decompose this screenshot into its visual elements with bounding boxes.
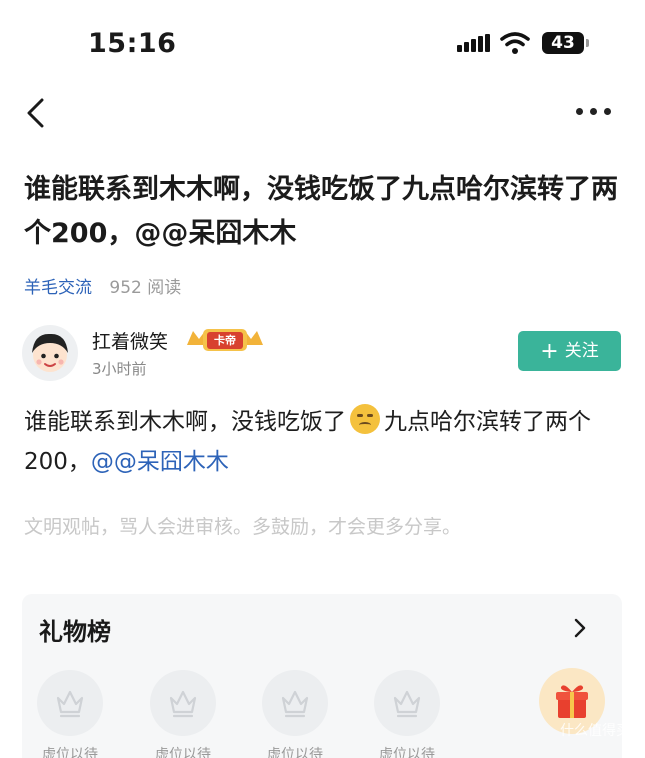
gift-slot-label: 虚位以待 <box>155 747 211 758</box>
gift-slot[interactable]: 虚位以待 <box>150 670 216 758</box>
gift-slot-label: 虚位以待 <box>42 747 98 758</box>
crown-icon <box>281 690 309 718</box>
gift-slot[interactable]: 虚位以待 <box>262 670 328 758</box>
mention-link[interactable]: @@呆囧木木 <box>91 449 229 475</box>
status-bar: 15:16 43 <box>0 0 645 80</box>
follow-label: 关注 <box>564 341 599 361</box>
crown-icon <box>169 690 197 718</box>
author-name[interactable]: 扛着微笑 <box>92 327 168 354</box>
crown-icon <box>393 690 421 718</box>
more-icon[interactable] <box>574 108 614 118</box>
civility-note: 文明观帖，骂人会进审核。多鼓励，才会更多分享。 <box>24 516 462 538</box>
author-row: 扛着微笑 卡帝 3小时前 + 关注 <box>22 325 622 385</box>
watermark: 什么值得买 <box>560 723 630 739</box>
gift-board-title: 礼物榜 <box>39 618 111 646</box>
status-time: 15:16 <box>88 28 177 59</box>
crown-icon <box>56 690 84 718</box>
post-body: 谁能联系到木木啊，没钱吃饭了 九点哈尔滨转了两个200，@@呆囧木木 <box>24 402 624 482</box>
gift-slot[interactable]: 虚位以待 <box>37 670 103 758</box>
signal-icon <box>457 34 491 52</box>
battery-icon: 43 <box>542 32 589 54</box>
level-badge: 卡帝 <box>185 327 265 353</box>
emoji-icon <box>350 404 380 434</box>
view-count: 952 阅读 <box>109 278 182 298</box>
badge-label: 卡帝 <box>207 332 243 349</box>
post-title: 谁能联系到木木啊，没钱吃饭了九点哈尔滨转了两个200，@@呆囧木木 <box>24 174 618 249</box>
follow-button[interactable]: + 关注 <box>518 331 621 371</box>
avatar[interactable] <box>22 325 78 381</box>
wifi-icon <box>500 32 530 54</box>
body-text: 谁能联系到木木啊，没钱吃饭了 <box>24 409 346 435</box>
post-meta: 羊毛交流 952 阅读 <box>24 276 181 300</box>
gift-slot-label: 虚位以待 <box>379 747 435 758</box>
post-time: 3小时前 <box>92 360 147 378</box>
topic-tag-link[interactable]: 羊毛交流 <box>24 278 92 298</box>
gift-slot[interactable]: 虚位以待 <box>374 670 440 758</box>
avatar-image <box>32 333 68 372</box>
gift-board: 礼物榜 虚位以待 虚位以待 虚位以待 虚位以待 <box>22 594 622 758</box>
chevron-right-icon[interactable] <box>570 616 590 640</box>
plus-icon: + <box>540 339 559 364</box>
back-icon[interactable] <box>22 96 52 130</box>
gift-slot-label: 虚位以待 <box>267 747 323 758</box>
